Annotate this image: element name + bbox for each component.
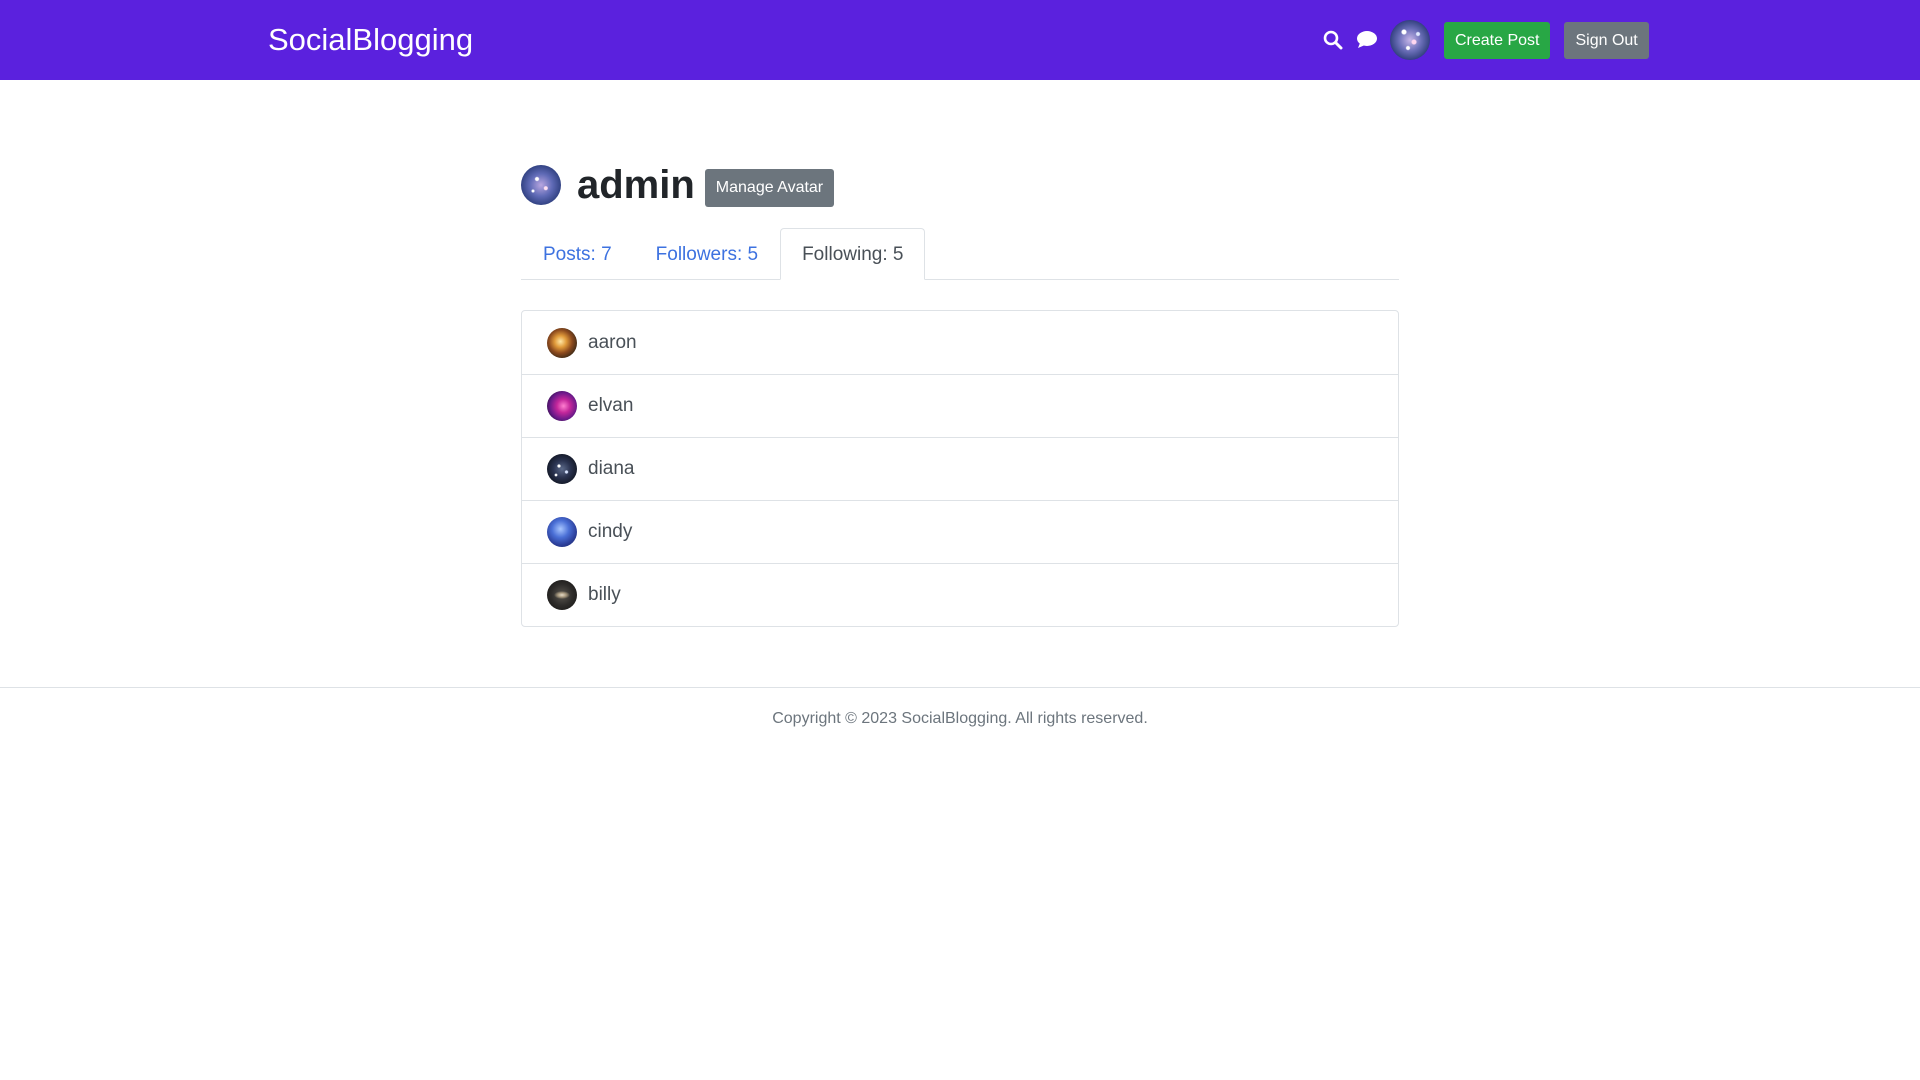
top-navbar: SocialBlogging Create Post Sign Out	[0, 0, 1920, 80]
list-item[interactable]: diana	[522, 437, 1398, 500]
manage-avatar-button[interactable]: Manage Avatar	[704, 169, 835, 207]
profile-username: admin	[577, 163, 695, 207]
list-item[interactable]: cindy	[522, 500, 1398, 563]
profile-avatar	[521, 165, 561, 205]
create-post-button[interactable]: Create Post	[1444, 21, 1551, 59]
search-icon[interactable]	[1320, 27, 1346, 53]
avatar	[547, 580, 577, 610]
sign-out-button[interactable]: Sign Out	[1564, 21, 1649, 59]
avatar	[547, 454, 577, 484]
navbar-actions: Create Post Sign Out	[1320, 0, 1649, 80]
list-item-username: diana	[588, 458, 635, 479]
chat-icon[interactable]	[1354, 27, 1380, 53]
list-item-username: aaron	[588, 331, 637, 353]
avatar	[547, 391, 577, 421]
profile-header: admin Manage Avatar	[521, 160, 835, 210]
following-list: aaron elvan diana cindy billy	[521, 310, 1399, 627]
profile-tabs: Posts: 7 Followers: 5 Following: 5	[521, 228, 1399, 280]
avatar	[547, 327, 577, 358]
list-item-username: cindy	[588, 521, 633, 542]
list-item[interactable]: elvan	[522, 374, 1398, 437]
list-item-username: billy	[588, 584, 621, 605]
tab-posts[interactable]: Posts: 7	[521, 228, 634, 280]
list-item[interactable]: billy	[522, 563, 1398, 626]
avatar	[547, 517, 577, 547]
tab-followers[interactable]: Followers: 5	[634, 228, 780, 280]
user-avatar-menu[interactable]	[1390, 20, 1430, 60]
tab-following[interactable]: Following: 5	[780, 228, 926, 280]
footer-divider	[0, 687, 1920, 688]
list-item[interactable]: aaron	[522, 311, 1398, 374]
list-item-username: elvan	[588, 395, 634, 416]
footer-copyright: Copyright © 2023 SocialBlogging. All rig…	[772, 710, 1148, 727]
brand-logo-link[interactable]: SocialBlogging	[268, 20, 473, 60]
